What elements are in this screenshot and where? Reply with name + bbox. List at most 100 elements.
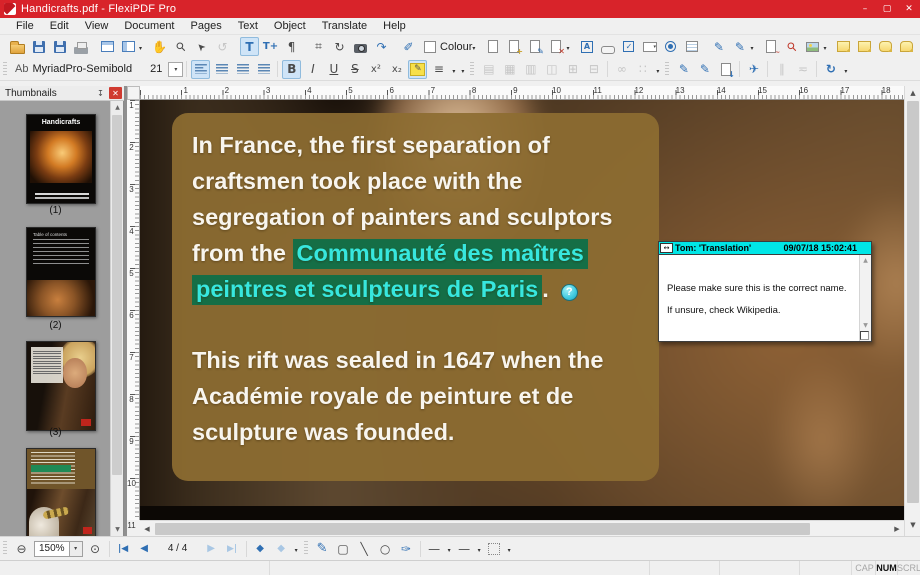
- objects-dropdown[interactable]: ▾: [823, 37, 826, 56]
- vertical-scrollbar[interactable]: ▲ ▼: [904, 86, 920, 536]
- zoom-fit-button[interactable]: ⊙: [86, 539, 105, 558]
- edit-paragraph-button[interactable]: ✎: [674, 60, 693, 79]
- compare-button[interactable]: ∥: [772, 60, 791, 79]
- align-right-button[interactable]: [233, 60, 252, 79]
- first-page-button[interactable]: |◀: [114, 539, 133, 558]
- minimize-button[interactable]: –: [854, 0, 876, 18]
- toolbar-grip[interactable]: [304, 541, 308, 556]
- comment-collapse-icon[interactable]: ↔: [660, 243, 673, 253]
- comment-scrollbar[interactable]: ▲ ▼: [859, 255, 871, 341]
- select-tool-button[interactable]: ➤: [188, 33, 215, 60]
- indent-center-button[interactable]: ▦: [500, 60, 519, 79]
- horizontal-scrollbar-thumb[interactable]: [155, 523, 810, 535]
- view-dropdown[interactable]: ▾: [139, 37, 142, 56]
- radio-form-button[interactable]: [661, 37, 680, 56]
- page-thumbnail-1[interactable]: Handicrafts: [26, 114, 96, 204]
- thumbnails-scrollbar-thumb[interactable]: [112, 115, 122, 475]
- form-properties-button[interactable]: ✎: [730, 37, 749, 56]
- rectangle-tool-button[interactable]: ▢: [334, 539, 353, 558]
- add-note-button[interactable]: [855, 37, 874, 56]
- space-above-button[interactable]: ◫: [542, 60, 561, 79]
- line-spacing-button[interactable]: ∷: [633, 60, 652, 79]
- page-thumbnail-3[interactable]: [26, 341, 96, 431]
- italic-button[interactable]: I: [303, 60, 322, 79]
- line-style-button[interactable]: ≡: [429, 60, 448, 79]
- colour-dropdown[interactable]: ▾: [472, 37, 475, 56]
- menu-file[interactable]: File: [8, 18, 42, 34]
- horizontal-scrollbar[interactable]: ◀ ▶: [140, 520, 904, 536]
- callout-draw-button[interactable]: [897, 37, 916, 56]
- bold-button[interactable]: B: [282, 60, 301, 79]
- space-between-button[interactable]: ⊞: [563, 60, 582, 79]
- pin-panel-button[interactable]: ↧: [94, 87, 107, 99]
- fill-style-dropdown[interactable]: ▾: [505, 539, 514, 558]
- translate-button[interactable]: ✈: [744, 60, 763, 79]
- menu-pages[interactable]: Pages: [183, 18, 230, 34]
- font-name-field[interactable]: MyriadPro-Semibold: [32, 63, 132, 75]
- scroll-up-icon[interactable]: ▲: [111, 101, 124, 114]
- listbox-form-button[interactable]: [682, 37, 701, 56]
- ellipse-tool-button[interactable]: ○: [376, 539, 395, 558]
- pen-tool-button[interactable]: ✑: [397, 539, 416, 558]
- eyedropper-button[interactable]: ✐: [399, 37, 418, 56]
- pencil-tool-button[interactable]: ✎: [313, 539, 332, 558]
- print-button[interactable]: [71, 37, 90, 56]
- align-left-button[interactable]: [191, 60, 210, 79]
- crop-tool-button[interactable]: ⌗: [309, 37, 328, 56]
- checkbox-form-button[interactable]: ✓: [619, 37, 638, 56]
- menu-object[interactable]: Object: [266, 18, 314, 34]
- delete-page-button[interactable]: ✕: [546, 37, 565, 56]
- strikethrough-button[interactable]: S: [345, 60, 364, 79]
- colour-swatch-button[interactable]: [420, 37, 439, 56]
- align-justify-button[interactable]: [254, 60, 273, 79]
- toolbar-grip[interactable]: [3, 541, 7, 556]
- kerning-button[interactable]: ∞: [612, 60, 631, 79]
- sync-translation-button[interactable]: ↻: [821, 60, 840, 79]
- font-size-spinner[interactable]: ▾: [168, 62, 183, 77]
- zoom-level-select[interactable]: 150% ▾: [34, 541, 83, 557]
- toolbar-grip[interactable]: [470, 62, 474, 77]
- vertical-scrollbar-thumb[interactable]: [907, 101, 919, 503]
- zoom-dropdown-icon[interactable]: ▾: [69, 542, 82, 556]
- open-button[interactable]: [8, 37, 27, 56]
- line-style-dropdown[interactable]: ▾: [449, 60, 458, 79]
- menu-view[interactable]: View: [77, 18, 117, 34]
- edit-form-button[interactable]: ✎: [709, 37, 728, 56]
- text-field-form-button[interactable]: A: [577, 37, 596, 56]
- highlight-button[interactable]: ✎: [408, 60, 427, 79]
- previous-page-button[interactable]: ◀: [135, 539, 154, 558]
- reorganize-pages-button[interactable]: [483, 37, 502, 56]
- snapshot-button[interactable]: [351, 37, 370, 56]
- menu-text[interactable]: Text: [230, 18, 266, 34]
- scroll-up-icon[interactable]: ▲: [906, 86, 920, 100]
- superscript-button[interactable]: x²: [366, 60, 385, 79]
- facing-page-view-button[interactable]: [119, 37, 138, 56]
- next-page-button[interactable]: ▶: [202, 539, 221, 558]
- text-fit-tool-button[interactable]: ¶: [282, 37, 301, 56]
- hand-tool-button[interactable]: ✋: [150, 37, 169, 56]
- stroke-style-dropdown[interactable]: ▾: [445, 539, 454, 558]
- space-below-button[interactable]: ⊟: [584, 60, 603, 79]
- comment-indicator-icon[interactable]: ?: [561, 284, 578, 301]
- insert-image-button[interactable]: [803, 37, 822, 56]
- close-button[interactable]: ✕: [898, 0, 920, 18]
- toolbar-grip[interactable]: [665, 62, 669, 77]
- indent-right-button[interactable]: ▥: [521, 60, 540, 79]
- menu-document[interactable]: Document: [116, 18, 182, 34]
- single-page-view-button[interactable]: [98, 37, 117, 56]
- comment-popup-titlebar[interactable]: ↔ Tom: 'Translation' 09/07/18 15:02:41: [659, 242, 871, 255]
- callout-button[interactable]: [876, 37, 895, 56]
- spacing-dropdown[interactable]: ▾: [653, 60, 662, 79]
- undo-reflow-button[interactable]: ↷: [372, 37, 391, 56]
- history-dropdown[interactable]: ▾: [292, 539, 301, 558]
- font-size-field[interactable]: 21: [150, 63, 162, 75]
- stroke-style-button[interactable]: —: [425, 539, 444, 558]
- stroke-width-button[interactable]: —: [455, 539, 474, 558]
- line-tool-button[interactable]: ╲: [355, 539, 374, 558]
- indent-left-button[interactable]: ▤: [479, 60, 498, 79]
- insert-page-button[interactable]: +: [504, 37, 523, 56]
- toolbar-grip[interactable]: [3, 62, 7, 77]
- subscript-button[interactable]: x₂: [387, 60, 406, 79]
- stroke-width-dropdown[interactable]: ▾: [475, 539, 484, 558]
- last-page-button[interactable]: ▶|: [223, 539, 242, 558]
